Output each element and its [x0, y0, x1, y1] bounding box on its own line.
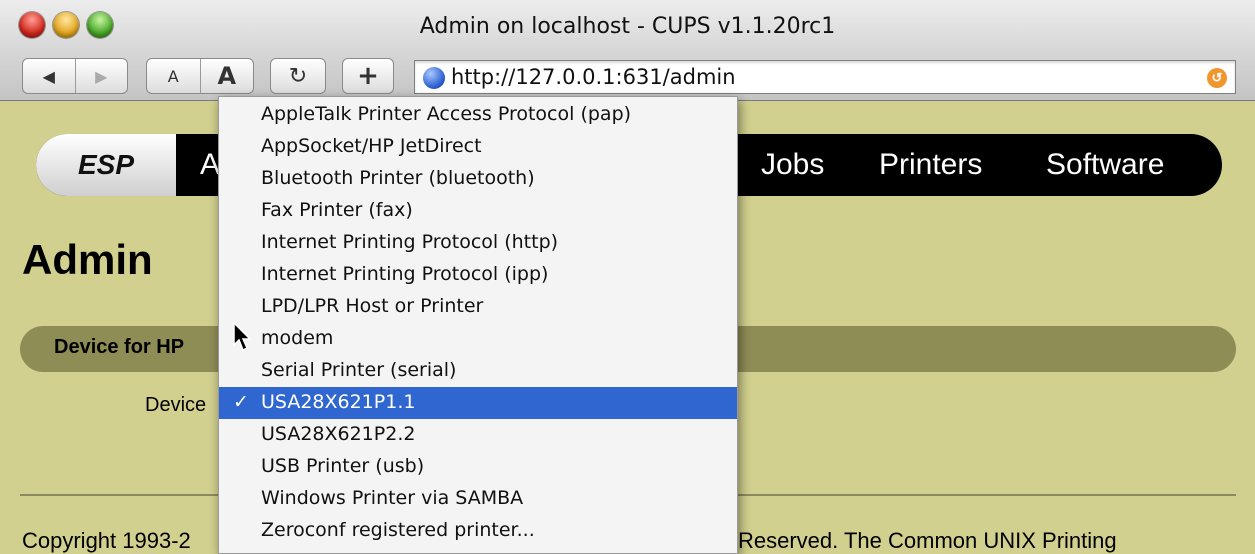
nav-software-link[interactable]: Software: [1046, 148, 1164, 182]
text-smaller-button[interactable]: A: [147, 59, 201, 93]
nav-printers-link[interactable]: Printers: [879, 148, 982, 182]
add-bookmark-button[interactable]: +: [342, 58, 394, 94]
page-title: Admin: [22, 236, 153, 283]
menu-item[interactable]: Internet Printing Protocol (ipp): [219, 259, 737, 291]
window-title: Admin on localhost - CUPS v1.1.20rc1: [419, 14, 836, 39]
reload-button[interactable]: ↻: [270, 58, 326, 94]
menu-item[interactable]: Bluetooth Printer (bluetooth): [219, 163, 737, 195]
menu-item-label: Serial Printer (serial): [261, 359, 457, 381]
text-size-buttons: A A: [146, 58, 254, 94]
menu-item-label: AppleTalk Printer Access Protocol (pap): [261, 103, 632, 125]
menu-item-label: Bluetooth Printer (bluetooth): [261, 167, 535, 189]
text-bigger-button[interactable]: A: [201, 59, 254, 93]
back-arrow-icon: ◀: [42, 66, 55, 86]
menu-item-label: USB Printer (usb): [261, 455, 425, 477]
esp-logo[interactable]: ESP: [36, 134, 176, 196]
menu-item[interactable]: modem: [219, 323, 737, 355]
globe-icon: [423, 67, 445, 89]
menu-item[interactable]: Serial Printer (serial): [219, 355, 737, 387]
menu-item[interactable]: Fax Printer (fax): [219, 195, 737, 227]
back-button[interactable]: ◀: [23, 59, 76, 93]
menu-item-label: Internet Printing Protocol (http): [261, 231, 559, 253]
menu-item[interactable]: USA28X621P2.2: [219, 419, 737, 451]
menu-item-label: Internet Printing Protocol (ipp): [261, 263, 549, 285]
copyright-text-continued: Reserved. The Common UNIX Printing: [738, 528, 1117, 553]
device-label: Device: [145, 394, 207, 416]
menu-item[interactable]: USB Printer (usb): [219, 451, 737, 483]
plus-icon: +: [357, 61, 379, 91]
menu-item[interactable]: Zeroconf registered printer...: [219, 515, 737, 547]
browser-chrome: Admin on localhost - CUPS v1.1.20rc1 ◀ ▶…: [0, 0, 1255, 101]
copyright-text: Copyright 1993-2: [22, 528, 191, 553]
menu-item-label: AppSocket/HP JetDirect: [261, 135, 482, 157]
menu-item[interactable]: LPD/LPR Host or Printer: [219, 291, 737, 323]
menu-item-label: modem: [261, 327, 334, 349]
menu-item[interactable]: AppleTalk Printer Access Protocol (pap): [219, 99, 737, 131]
menu-item-label: USA28X621P1.1: [261, 391, 416, 413]
menu-item-label: LPD/LPR Host or Printer: [261, 295, 484, 317]
device-dropdown-menu: AppleTalk Printer Access Protocol (pap) A…: [218, 96, 738, 554]
url-text[interactable]: http://127.0.0.1:631/admin: [451, 65, 736, 89]
menu-item-label: Windows Printer via SAMBA: [261, 487, 524, 509]
snapback-icon[interactable]: ↺: [1207, 68, 1227, 88]
menu-item[interactable]: ✓ USA28X621P1.1: [219, 387, 737, 419]
reload-icon: ↻: [288, 63, 308, 89]
menu-item[interactable]: AppSocket/HP JetDirect: [219, 131, 737, 163]
nav-admin-link[interactable]: A: [200, 148, 220, 182]
section-title: Device for HP: [54, 336, 185, 358]
address-bar[interactable]: http://127.0.0.1:631/admin ↺: [414, 60, 1236, 94]
menu-item-label: USA28X621P2.2: [261, 423, 416, 445]
menu-item[interactable]: Windows Printer via SAMBA: [219, 483, 737, 515]
forward-arrow-icon: ▶: [95, 66, 108, 86]
menu-item[interactable]: Internet Printing Protocol (http): [219, 227, 737, 259]
forward-button[interactable]: ▶: [76, 59, 128, 93]
mouse-cursor-icon: [233, 322, 252, 352]
nav-jobs-link[interactable]: Jobs: [761, 148, 824, 182]
menu-item-label: Fax Printer (fax): [261, 199, 413, 221]
checkmark-icon: ✓: [233, 391, 249, 413]
menu-item-label: Zeroconf registered printer...: [261, 519, 535, 541]
back-forward-buttons: ◀ ▶: [22, 58, 128, 94]
